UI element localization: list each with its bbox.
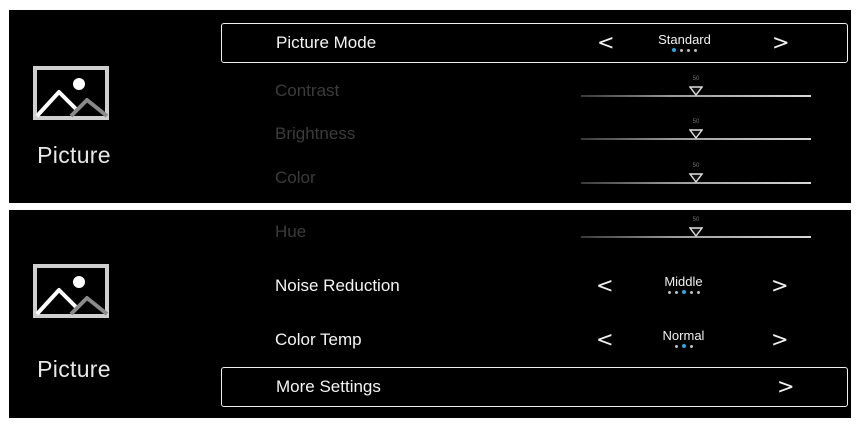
menu-row-brightness[interactable]: Brightness 50	[221, 114, 848, 154]
picture-menu-screen-1: Picture Picture Mode < Standard > Contra…	[9, 10, 851, 203]
brightness-slider[interactable]: 50	[581, 114, 811, 154]
picture-icon	[33, 264, 109, 318]
menu-row-noise-reduction[interactable]: Noise Reduction < Middle >	[221, 266, 848, 306]
option-dot	[687, 48, 690, 52]
menu-row-color-temp[interactable]: Color Temp < Normal >	[221, 320, 848, 360]
row-label: Picture Mode	[276, 33, 377, 52]
next-arrow-icon[interactable]: >	[771, 274, 789, 298]
color-slider[interactable]: 50	[581, 158, 811, 198]
option-dot	[674, 344, 678, 348]
next-arrow-icon[interactable]: >	[771, 328, 789, 352]
next-arrow-icon[interactable]: >	[772, 31, 790, 55]
next-arrow-icon[interactable]: >	[777, 375, 795, 399]
option-dot-active	[681, 290, 686, 294]
row-label: Noise Reduction	[275, 276, 400, 295]
menu-row-contrast[interactable]: Contrast 50	[221, 71, 848, 111]
row-label: Color	[275, 168, 316, 187]
slider-value: 50	[692, 217, 700, 223]
option-dot	[689, 344, 693, 348]
row-label: Contrast	[275, 81, 340, 100]
selector-value: Normal	[662, 328, 705, 343]
menu-row-color[interactable]: Color 50	[221, 158, 848, 198]
row-label: More Settings	[276, 377, 381, 396]
option-indicator	[636, 290, 731, 294]
slider-thumb[interactable]	[689, 86, 703, 96]
picture-icon	[33, 66, 109, 120]
slider-thumb[interactable]	[689, 129, 703, 139]
option-dot	[689, 290, 693, 294]
picture-menu-screen-2: Picture Hue 50 Noise Reduction < Middle …	[9, 210, 851, 418]
option-dot	[680, 48, 683, 52]
option-indicator	[636, 344, 731, 348]
slider-value: 50	[692, 76, 700, 82]
selector-value: Standard	[658, 32, 711, 47]
menu-row-hue[interactable]: Hue 50	[221, 212, 848, 252]
contrast-slider[interactable]: 50	[581, 71, 811, 111]
option-dot-active	[672, 48, 676, 52]
section-sidebar: Picture	[9, 10, 214, 203]
previous-arrow-icon[interactable]: <	[596, 328, 614, 352]
section-label: Picture	[37, 142, 111, 168]
option-indicator	[637, 48, 732, 52]
slider-thumb[interactable]	[689, 173, 703, 183]
menu-row-picture-mode[interactable]: Picture Mode < Standard >	[221, 23, 848, 63]
row-label: Color Temp	[275, 330, 362, 349]
slider-value: 50	[692, 163, 700, 169]
previous-arrow-icon[interactable]: <	[597, 31, 615, 55]
selector-value: Middle	[664, 274, 703, 289]
slider-thumb[interactable]	[689, 227, 703, 237]
previous-arrow-icon[interactable]: <	[596, 274, 614, 298]
menu-row-more-settings[interactable]: More Settings >	[221, 367, 848, 407]
hue-slider[interactable]: 50	[581, 212, 811, 252]
row-label: Hue	[275, 222, 307, 241]
option-dot	[694, 48, 697, 52]
option-dot	[667, 290, 671, 294]
section-sidebar: Picture	[9, 210, 214, 418]
row-label: Brightness	[275, 124, 356, 143]
section-label: Picture	[37, 356, 111, 382]
slider-value: 50	[692, 119, 700, 125]
option-dot-active	[681, 344, 686, 348]
option-dot	[696, 290, 700, 294]
option-dot	[674, 290, 678, 294]
